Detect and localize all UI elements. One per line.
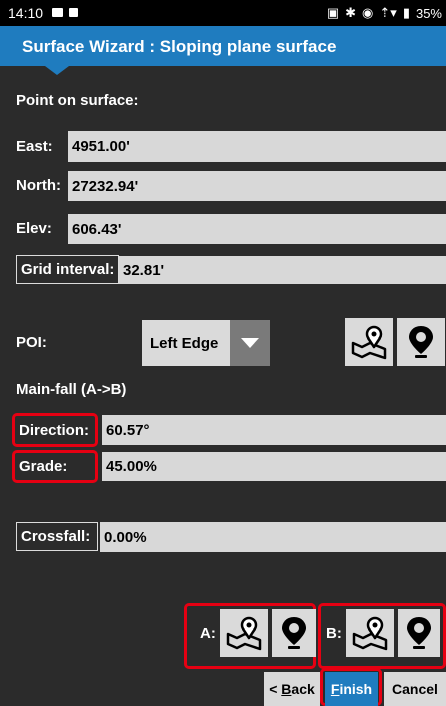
status-indicators: ▣ ✱ ◉ ⇡▾ ▮ 35% — [327, 5, 442, 21]
east-field[interactable]: 4951.00' — [68, 131, 446, 162]
back-key: B — [281, 681, 292, 697]
title-pointer — [45, 66, 69, 75]
back-prefix: < — [269, 681, 282, 697]
crossfall-field[interactable]: 0.00% — [100, 522, 446, 552]
dropdown-arrow-icon — [230, 320, 270, 366]
poi-label: POI: — [16, 334, 47, 351]
point-b-map-pick-button[interactable] — [346, 609, 394, 657]
back-button[interactable]: < Back — [264, 672, 320, 706]
map-pick-icon — [226, 616, 262, 651]
grade-field[interactable]: 45.00% — [102, 452, 446, 481]
finish-rest: inish — [339, 681, 373, 697]
mainfall-section-label: Main-fall (A->B) — [16, 381, 127, 398]
direction-field[interactable]: 60.57° — [102, 415, 446, 445]
elev-field[interactable]: 606.43' — [68, 214, 446, 244]
title-bar: Surface Wizard : Sloping plane surface — [0, 26, 446, 66]
notification-icon — [69, 8, 78, 17]
cancel-button[interactable]: Cancel — [384, 672, 446, 706]
battery-level: 35% — [415, 5, 442, 21]
point-b-label: B: — [326, 625, 342, 642]
poi-selected: Left Edge — [150, 334, 219, 352]
bluetooth-icon: ✱ — [345, 5, 357, 20]
poi-location-button[interactable] — [397, 318, 445, 366]
status-time: 14:10 — [8, 5, 44, 21]
crossfall-label: Crossfall: — [16, 522, 98, 551]
status-bar: 14:10 ▣ ✱ ◉ ⇡▾ ▮ 35% — [0, 0, 446, 26]
poi-dropdown[interactable]: Left Edge — [142, 320, 270, 366]
nfc-icon: ▣ — [326, 5, 340, 20]
point-a-location-button[interactable] — [272, 609, 316, 657]
map-pick-icon — [351, 325, 387, 360]
location-pin-icon — [407, 617, 431, 649]
finish-key: F — [330, 681, 340, 697]
notification-icon — [52, 8, 63, 17]
point-b-location-button[interactable] — [398, 609, 440, 657]
elev-label: Elev: — [16, 220, 52, 237]
grade-label: Grade: — [12, 450, 98, 483]
page-title: Surface Wizard : Sloping plane surface — [22, 37, 337, 56]
back-rest: ack — [291, 681, 315, 697]
point-a-map-pick-button[interactable] — [220, 609, 268, 657]
east-label: East: — [16, 138, 53, 155]
sync-icon: ◉ — [362, 5, 374, 20]
finish-button[interactable]: Finish — [325, 672, 378, 706]
direction-label: Direction: — [12, 413, 98, 447]
notification-icons — [52, 8, 78, 17]
north-label: North: — [16, 177, 61, 194]
north-field[interactable]: 27232.94' — [68, 171, 446, 201]
signal-icon: ⇡▾ — [379, 5, 397, 20]
poi-map-pick-button[interactable] — [345, 318, 393, 366]
point-section-label: Point on surface: — [16, 92, 139, 109]
grid-interval-label: Grid interval: — [16, 255, 119, 284]
point-a-label: A: — [200, 625, 216, 642]
location-pin-icon — [282, 617, 306, 649]
location-pin-icon — [409, 326, 433, 358]
grid-interval-field[interactable]: 32.81' — [119, 256, 446, 284]
map-pick-icon — [352, 616, 388, 651]
battery-icon: ▮ — [402, 5, 410, 20]
